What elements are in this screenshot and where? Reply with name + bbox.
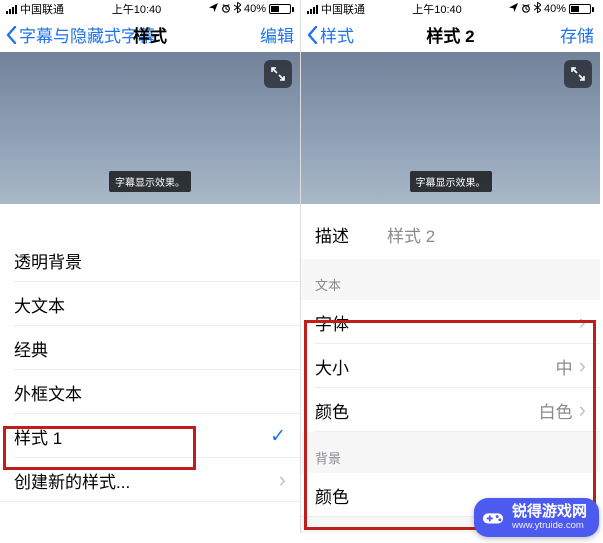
phone-right: 中国联通 上午10:40 40% bbox=[300, 0, 600, 533]
text-color-row[interactable]: 颜色 白色 › bbox=[301, 388, 600, 432]
chevron-right-icon: › bbox=[279, 469, 286, 491]
description-label: 描述 bbox=[315, 222, 349, 247]
carrier-label: 中国联通 bbox=[321, 1, 365, 17]
carrier-label: 中国联通 bbox=[20, 1, 64, 17]
chevron-left-icon bbox=[6, 26, 17, 44]
settings-list: 描述 样式 2 文本 字体 › 大小 中 › 颜色 白色 › bbox=[301, 204, 600, 533]
bluetooth-icon bbox=[234, 2, 241, 16]
description-value: 样式 2 bbox=[387, 222, 435, 247]
cell-label: 外框文本 bbox=[14, 380, 82, 405]
style-option-outline-text[interactable]: 外框文本 bbox=[0, 370, 300, 414]
back-button[interactable]: 字幕与隐藏式字幕 bbox=[6, 22, 155, 47]
style-option-style1[interactable]: 样式 1 ✓ bbox=[0, 414, 300, 458]
style-option-large-text[interactable]: 大文本 bbox=[0, 282, 300, 326]
cell-label: 样式 1 bbox=[14, 424, 62, 449]
caption-sample: 字幕显示效果。 bbox=[109, 171, 191, 192]
expand-button[interactable] bbox=[264, 60, 292, 88]
chevron-left-icon bbox=[307, 26, 318, 44]
watermark: 锐得游戏网 www.ytruide.com bbox=[474, 498, 599, 537]
cell-label: 颜色 bbox=[315, 398, 349, 423]
alarm-icon bbox=[521, 3, 531, 16]
cell-label: 创建新的样式... bbox=[14, 468, 130, 493]
chevron-right-icon: › bbox=[579, 311, 586, 333]
description-row[interactable]: 描述 样式 2 bbox=[301, 204, 600, 259]
section-header-background: 背景 bbox=[301, 432, 600, 473]
nav-bar: 字幕与隐藏式字幕 样式 编辑 bbox=[0, 18, 300, 52]
chevron-right-icon: › bbox=[579, 399, 586, 421]
battery-icon bbox=[569, 4, 594, 14]
style-option-transparent-bg[interactable]: 透明背景 bbox=[0, 238, 300, 282]
styles-list: 透明背景 大文本 经典 外框文本 样式 1 ✓ 创建新的样式... › bbox=[0, 204, 300, 533]
cell-label: 大小 bbox=[315, 354, 349, 379]
back-label: 样式 bbox=[320, 22, 354, 47]
edit-button[interactable]: 编辑 bbox=[260, 22, 294, 47]
back-label: 字幕与隐藏式字幕 bbox=[19, 22, 155, 47]
battery-percent: 40% bbox=[544, 3, 566, 15]
battery-percent: 40% bbox=[244, 3, 266, 15]
save-button[interactable]: 存储 bbox=[560, 22, 594, 47]
cell-label: 大文本 bbox=[14, 292, 65, 317]
cell-label: 颜色 bbox=[315, 483, 349, 508]
chevron-right-icon: › bbox=[579, 355, 586, 377]
caption-preview: 字幕显示效果。 bbox=[0, 52, 300, 204]
status-bar: 中国联通 上午10:40 40% bbox=[0, 0, 300, 18]
style-option-classic[interactable]: 经典 bbox=[0, 326, 300, 370]
alarm-icon bbox=[221, 3, 231, 16]
caption-preview: 字幕显示效果。 bbox=[301, 52, 600, 204]
watermark-url: www.ytruide.com bbox=[512, 521, 587, 531]
size-row[interactable]: 大小 中 › bbox=[301, 344, 600, 388]
cell-value: 中 bbox=[556, 354, 573, 379]
phone-left: 中国联通 上午10:40 40% bbox=[0, 0, 300, 533]
location-icon bbox=[509, 3, 518, 15]
cell-label: 经典 bbox=[14, 336, 48, 361]
cell-label: 透明背景 bbox=[14, 248, 82, 273]
back-button[interactable]: 样式 bbox=[307, 22, 354, 47]
section-header-text: 文本 bbox=[301, 259, 600, 300]
expand-button[interactable] bbox=[564, 60, 592, 88]
battery-icon bbox=[269, 4, 294, 14]
font-row[interactable]: 字体 › bbox=[301, 300, 600, 344]
bluetooth-icon bbox=[534, 2, 541, 16]
watermark-name: 锐得游戏网 bbox=[512, 503, 587, 520]
create-new-style[interactable]: 创建新的样式... › bbox=[0, 458, 300, 502]
caption-sample: 字幕显示效果。 bbox=[410, 171, 492, 192]
cell-value: 白色 bbox=[539, 398, 573, 423]
status-time: 上午10:40 bbox=[112, 1, 162, 17]
status-time: 上午10:40 bbox=[412, 1, 462, 17]
checkmark-icon: ✓ bbox=[270, 425, 286, 448]
signal-icon bbox=[307, 4, 318, 14]
status-bar: 中国联通 上午10:40 40% bbox=[301, 0, 600, 18]
nav-bar: 样式 样式 2 存储 bbox=[301, 18, 600, 52]
gamepad-icon bbox=[482, 509, 504, 527]
cell-label: 字体 bbox=[315, 310, 349, 335]
signal-icon bbox=[6, 4, 17, 14]
location-icon bbox=[209, 3, 218, 15]
